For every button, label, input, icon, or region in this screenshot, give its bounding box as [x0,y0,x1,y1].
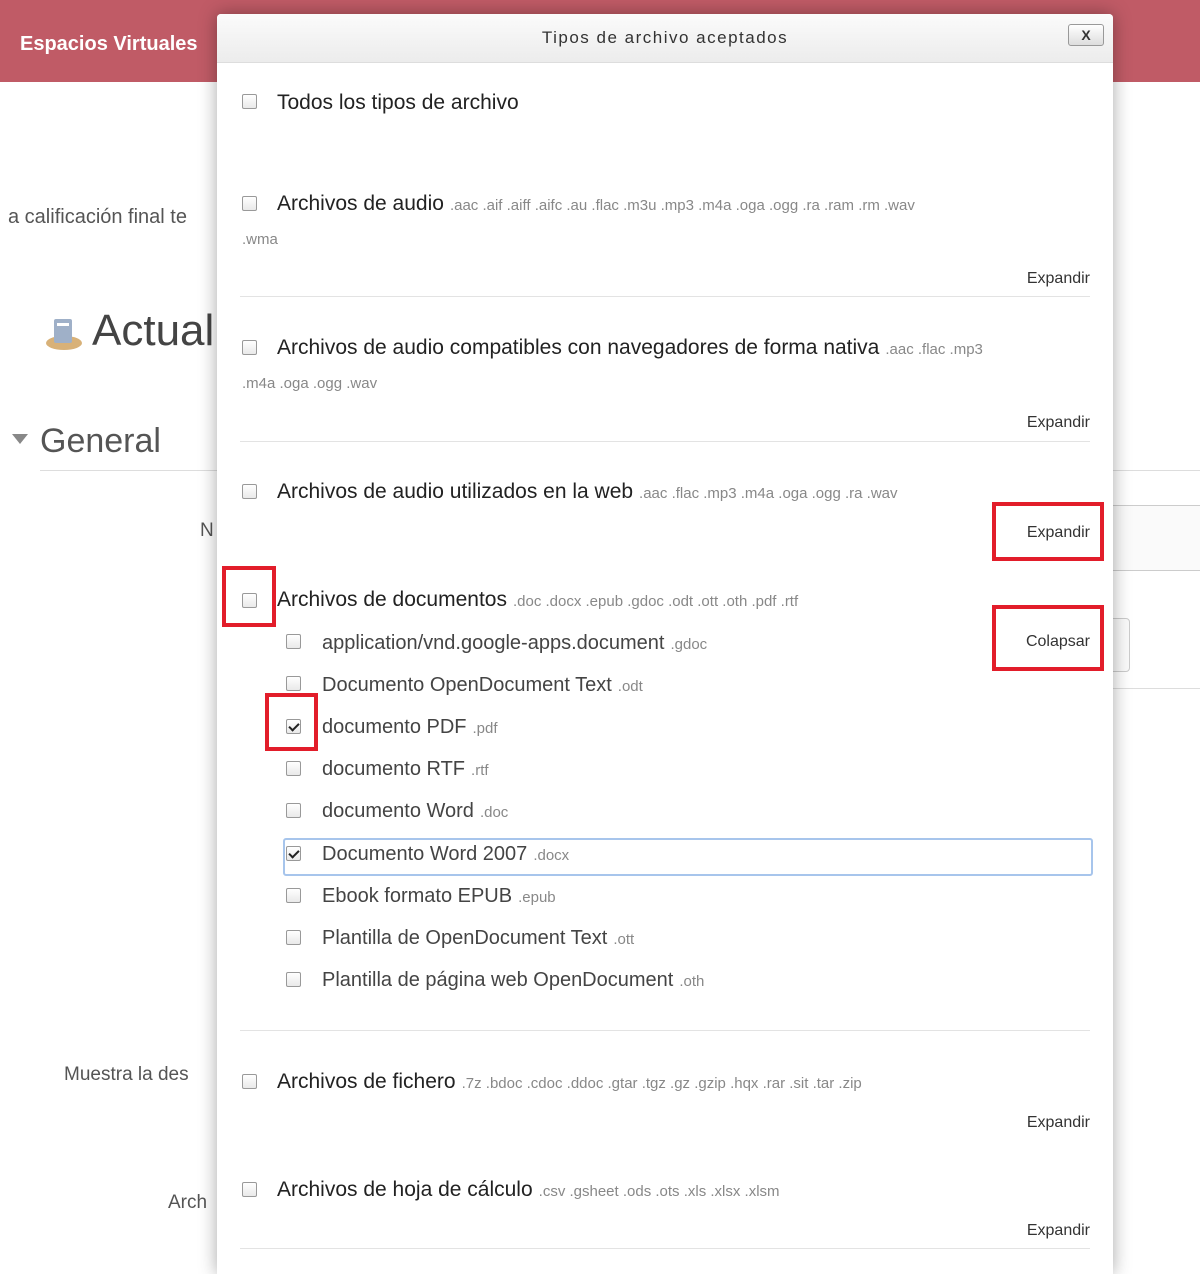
group-spreadsheet-exts: .csv .gsheet .ods .ots .xls .xlsx .xlsm [538,1183,780,1200]
doc-ott-label: Plantilla de OpenDocument Text .ott [322,927,635,949]
doc-word-label: documento Word .doc [322,800,509,822]
site-brand[interactable]: Espacios Virtuales [20,33,198,56]
group-audio-native-exts: .aac .flac .mp3 [885,341,983,358]
group-spreadsheet-checkbox[interactable] [242,1182,257,1197]
group-audio-web-label: Archivos de audio utilizados en la web .a… [277,480,898,503]
bg-name-field[interactable] [1100,505,1200,571]
doc-epub-checkbox[interactable] [286,888,301,903]
doc-odt-checkbox[interactable] [286,676,301,691]
group-documents-exts: .doc .docx .epub .gdoc .odt .ott .oth .p… [512,593,799,610]
expand-archive-link[interactable]: Expandir [990,1114,1090,1132]
separator [240,1030,1090,1031]
all-types-label: Todos los tipos de archivo [277,91,519,114]
group-spreadsheet-label: Archivos de hoja de cálculo .csv .gsheet … [277,1178,780,1201]
group-documents-label: Archivos de documentos .doc .docx .epub .… [277,588,799,611]
separator [240,441,1090,442]
bg-grade-text: a calificación final te [8,206,187,228]
group-audio-checkbox[interactable] [242,196,257,211]
highlight-documents-checkbox [222,566,276,627]
group-audio-native-checkbox[interactable] [242,340,257,355]
highlight-pdf-checkbox [265,693,318,751]
doc-rtf-label: documento RTF .rtf [322,758,489,780]
group-audio-exts-wrap: .wma [242,231,278,248]
doc-oth-checkbox[interactable] [286,972,301,987]
page-title: Actual [92,306,215,355]
doc-word2007-label: Documento Word 2007 .docx [322,843,570,865]
highlight-collapse [992,605,1104,671]
group-audio-label: Archivos de audio .aac .aif .aiff .aifc .… [277,192,915,215]
bg-label-n: N [200,520,214,541]
group-audio-exts: .aac .aif .aiff .aifc .au .flac .m3u .mp… [449,197,915,214]
group-archive-exts: .7z .bdoc .cdoc .ddoc .gtar .tgz .gz .gz… [461,1075,862,1092]
separator [240,296,1090,297]
file-types-dialog: Tipos de archivo aceptados X Todos los t… [217,14,1113,1274]
doc-rtf-checkbox[interactable] [286,761,301,776]
doc-word2007-checkbox[interactable] [286,846,301,861]
dialog-header: Tipos de archivo aceptados X [217,14,1113,63]
group-audio-native-exts-wrap: .m4a .oga .ogg .wav [242,375,378,392]
doc-word-checkbox[interactable] [286,803,301,818]
group-archive-checkbox[interactable] [242,1074,257,1089]
group-audio-web-checkbox[interactable] [242,484,257,499]
bg-divider-2 [1100,688,1200,689]
doc-epub-label: Ebook formato EPUB .epub [322,885,556,907]
group-audio-native-label: Archivos de audio compatibles con navega… [277,336,983,359]
doc-gdoc-checkbox[interactable] [286,634,301,649]
doc-pdf-label: documento PDF .pdf [322,716,498,738]
section-general[interactable]: General [40,422,161,461]
bg-label-muestra: Muestra la des [64,1064,189,1085]
highlight-expand [992,502,1104,561]
doc-odt-label: Documento OpenDocument Text .odt [322,674,643,696]
doc-oth-label: Plantilla de página web OpenDocument .oth [322,969,705,991]
all-types-checkbox[interactable] [242,94,257,109]
close-icon: X [1081,27,1091,43]
doc-ott-checkbox[interactable] [286,930,301,945]
bg-label-arch: Arch [168,1192,208,1213]
doc-gdoc-label: application/vnd.google-apps.document .gdo… [322,632,708,654]
expand-spreadsheet-link[interactable]: Expandir [990,1222,1090,1240]
expand-audio-native-link[interactable]: Expandir [990,414,1090,432]
collapse-caret-icon[interactable] [12,434,28,444]
separator [240,1248,1090,1249]
close-button[interactable]: X [1068,24,1104,46]
group-audio-web-exts: .aac .flac .mp3 .m4a .oga .ogg .ra .wav [639,485,898,502]
dialog-title: Tipos de archivo aceptados [541,28,789,47]
activity-icon [46,319,82,350]
expand-audio-link[interactable]: Expandir [990,270,1090,288]
group-archive-label: Archivos de fichero .7z .bdoc .cdoc .ddoc… [277,1070,862,1093]
